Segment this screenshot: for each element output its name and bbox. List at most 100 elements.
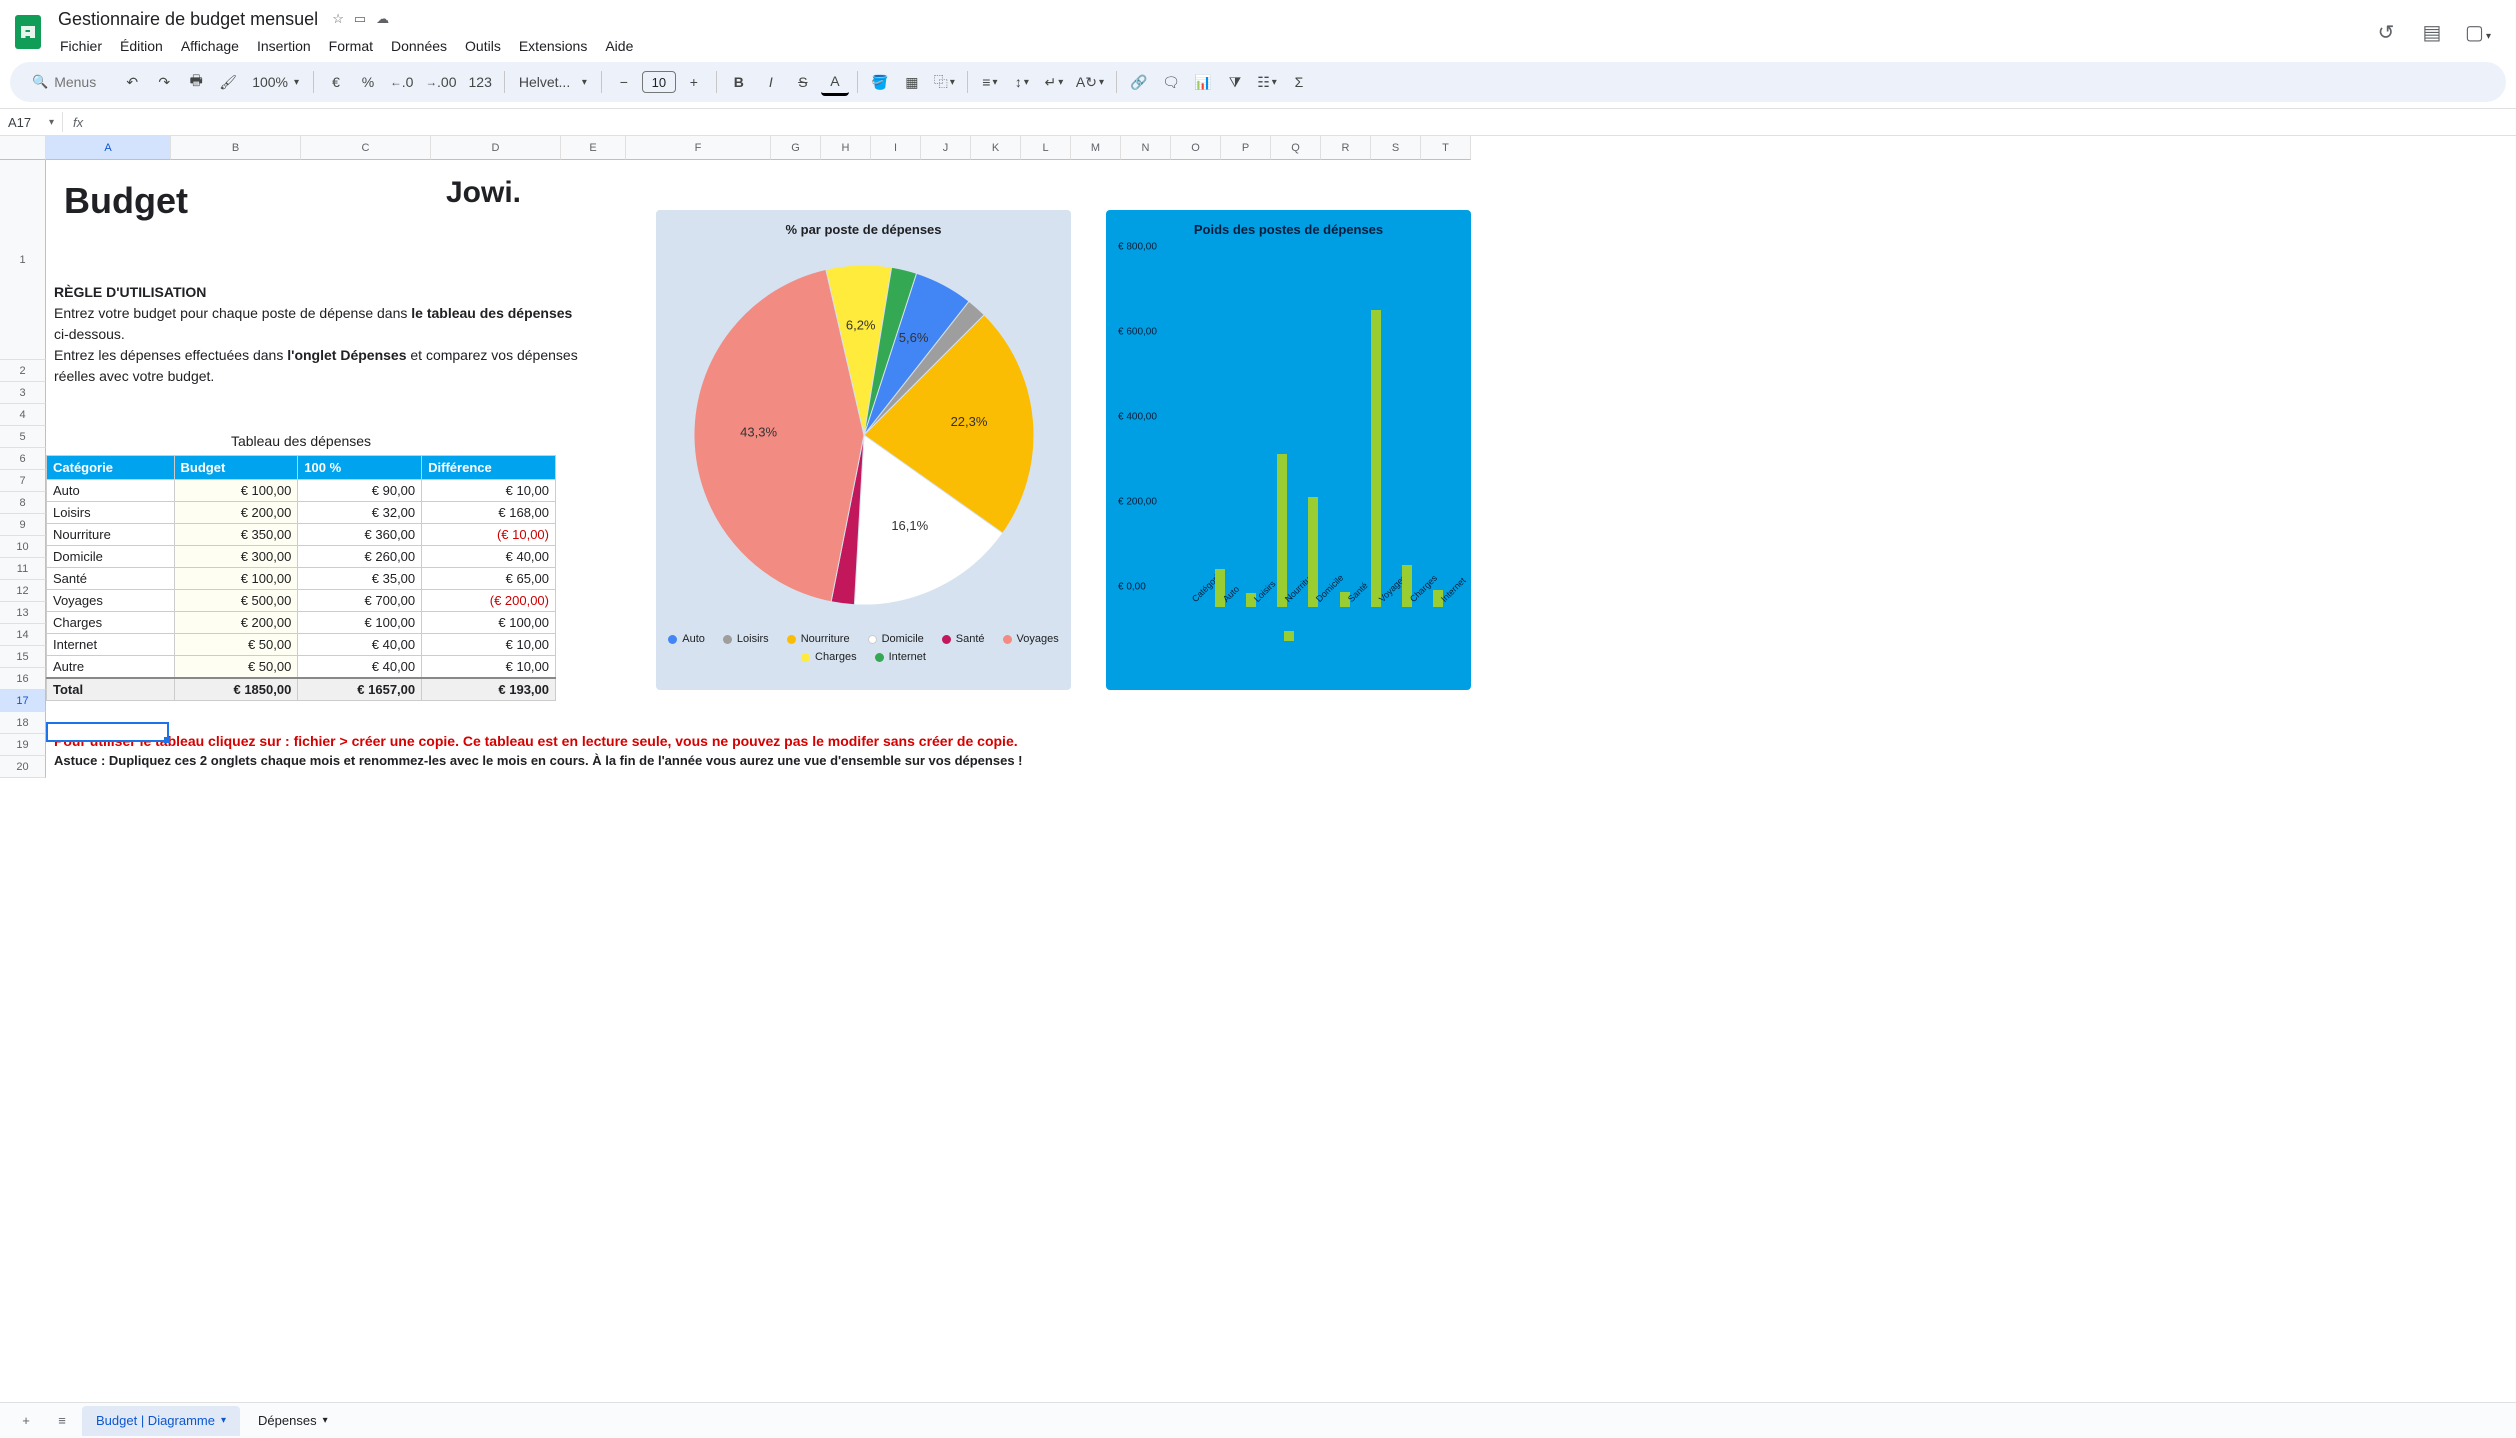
col-header-R[interactable]: R [1321, 136, 1371, 160]
increase-font-button[interactable]: + [680, 68, 708, 96]
row-header-15[interactable]: 15 [0, 646, 46, 668]
paint-format-button[interactable]: 🖌 [214, 68, 242, 96]
row-header-18[interactable]: 18 [0, 712, 46, 734]
spreadsheet-grid[interactable]: ABCDEFGHIJKLMNOPQRST 1234567891011121314… [0, 136, 2516, 1402]
col-header-P[interactable]: P [1221, 136, 1271, 160]
borders-button[interactable]: ▦ [898, 68, 926, 96]
link-button[interactable]: 🔗 [1125, 68, 1153, 96]
strike-button[interactable]: S [789, 68, 817, 96]
col-header-B[interactable]: B [171, 136, 301, 160]
menu-search[interactable]: 🔍 [22, 68, 114, 96]
row-header-17[interactable]: 17 [0, 690, 46, 712]
formula-input[interactable] [93, 115, 2516, 130]
italic-button[interactable]: I [757, 68, 785, 96]
row-header-13[interactable]: 13 [0, 602, 46, 624]
col-header-A[interactable]: A [46, 136, 171, 160]
row-header-1[interactable]: 1 [0, 160, 46, 360]
row-header-16[interactable]: 16 [0, 668, 46, 690]
comment-button[interactable]: 🗨 [1157, 68, 1185, 96]
col-header-O[interactable]: O [1171, 136, 1221, 160]
table-row[interactable]: Nourriture€ 350,00€ 360,00(€ 10,00) [47, 524, 556, 546]
col-header-H[interactable]: H [821, 136, 871, 160]
col-header-C[interactable]: C [301, 136, 431, 160]
bold-button[interactable]: B [725, 68, 753, 96]
history-icon[interactable]: ↺ [2372, 20, 2400, 45]
pie-chart[interactable]: % par poste de dépenses 5,6%22,3%16,1%43… [656, 210, 1071, 690]
row-header-3[interactable]: 3 [0, 382, 46, 404]
chart-button[interactable]: 📊 [1189, 68, 1217, 96]
wrap-button[interactable]: ↵▾ [1040, 68, 1068, 96]
row-header-2[interactable]: 2 [0, 360, 46, 382]
row-header-12[interactable]: 12 [0, 580, 46, 602]
row-header-7[interactable]: 7 [0, 470, 46, 492]
currency-button[interactable]: € [322, 68, 350, 96]
menu-outils[interactable]: Outils [457, 34, 509, 58]
format-123-button[interactable]: 123 [465, 68, 496, 96]
table-row[interactable]: Voyages€ 500,00€ 700,00(€ 200,00) [47, 590, 556, 612]
col-header-S[interactable]: S [1371, 136, 1421, 160]
menu-aide[interactable]: Aide [597, 34, 641, 58]
col-header-N[interactable]: N [1121, 136, 1171, 160]
increase-decimal-button[interactable]: →.00 [421, 68, 460, 96]
table-row[interactable]: Charges€ 200,00€ 100,00€ 100,00 [47, 612, 556, 634]
app-logo[interactable] [8, 12, 48, 52]
table-row[interactable]: Domicile€ 300,00€ 260,00€ 40,00 [47, 546, 556, 568]
sheet-tab-depenses[interactable]: Dépenses▾ [244, 1406, 342, 1436]
selected-cell[interactable] [46, 722, 169, 742]
filter-views-button[interactable]: ☷▾ [1253, 68, 1281, 96]
table-row[interactable]: Santé€ 100,00€ 35,00€ 65,00 [47, 568, 556, 590]
zoom-select[interactable]: 100%▾ [246, 68, 305, 96]
row-header-19[interactable]: 19 [0, 734, 46, 756]
comments-icon[interactable]: ▤ [2418, 20, 2446, 45]
valign-button[interactable]: ↕▾ [1008, 68, 1036, 96]
expense-table[interactable]: CatégorieBudget100 %Différence Auto€ 100… [46, 455, 556, 701]
menu-search-input[interactable] [54, 74, 104, 90]
col-header-M[interactable]: M [1071, 136, 1121, 160]
font-select[interactable]: Helvet...▾ [513, 68, 593, 96]
row-header-6[interactable]: 6 [0, 448, 46, 470]
col-header-G[interactable]: G [771, 136, 821, 160]
row-header-11[interactable]: 11 [0, 558, 46, 580]
print-button[interactable]: 🖶 [182, 68, 210, 96]
all-sheets-button[interactable]: ≡ [46, 1407, 78, 1435]
fill-color-button[interactable]: 🪣 [866, 68, 894, 96]
redo-button[interactable]: ↷ [150, 68, 178, 96]
row-header-9[interactable]: 9 [0, 514, 46, 536]
table-row[interactable]: Autre€ 50,00€ 40,00€ 10,00 [47, 656, 556, 679]
cloud-icon[interactable]: ☁ [376, 11, 389, 27]
bar-chart[interactable]: Poids des postes de dépenses € 0,00€ 200… [1106, 210, 1471, 690]
row-header-14[interactable]: 14 [0, 624, 46, 646]
name-box[interactable]: A17▾ [0, 115, 62, 130]
rotate-button[interactable]: A↻▾ [1072, 68, 1108, 96]
percent-button[interactable]: % [354, 68, 382, 96]
col-header-Q[interactable]: Q [1271, 136, 1321, 160]
table-row[interactable]: Auto€ 100,00€ 90,00€ 10,00 [47, 480, 556, 502]
row-header-20[interactable]: 20 [0, 756, 46, 778]
merge-button[interactable]: ⿻▾ [930, 68, 959, 96]
col-header-D[interactable]: D [431, 136, 561, 160]
row-header-10[interactable]: 10 [0, 536, 46, 558]
select-all-corner[interactable] [0, 136, 46, 160]
decrease-decimal-button[interactable]: ←.0 [386, 68, 417, 96]
col-header-I[interactable]: I [871, 136, 921, 160]
menu-insertion[interactable]: Insertion [249, 34, 319, 58]
functions-button[interactable]: Σ [1285, 68, 1313, 96]
star-icon[interactable]: ☆ [332, 11, 344, 27]
table-row[interactable]: Internet€ 50,00€ 40,00€ 10,00 [47, 634, 556, 656]
font-size-input[interactable]: 10 [642, 71, 676, 93]
menu-fichier[interactable]: Fichier [52, 34, 110, 58]
undo-button[interactable]: ↶ [118, 68, 146, 96]
meet-icon[interactable]: ▢▾ [2464, 20, 2492, 45]
row-header-8[interactable]: 8 [0, 492, 46, 514]
col-header-F[interactable]: F [626, 136, 771, 160]
halign-button[interactable]: ≡▾ [976, 68, 1004, 96]
add-sheet-button[interactable]: + [10, 1407, 42, 1435]
col-header-T[interactable]: T [1421, 136, 1471, 160]
col-header-J[interactable]: J [921, 136, 971, 160]
menu-edition[interactable]: Édition [112, 34, 171, 58]
row-header-4[interactable]: 4 [0, 404, 46, 426]
row-header-5[interactable]: 5 [0, 426, 46, 448]
menu-affichage[interactable]: Affichage [173, 34, 247, 58]
col-header-E[interactable]: E [561, 136, 626, 160]
menu-format[interactable]: Format [321, 34, 381, 58]
